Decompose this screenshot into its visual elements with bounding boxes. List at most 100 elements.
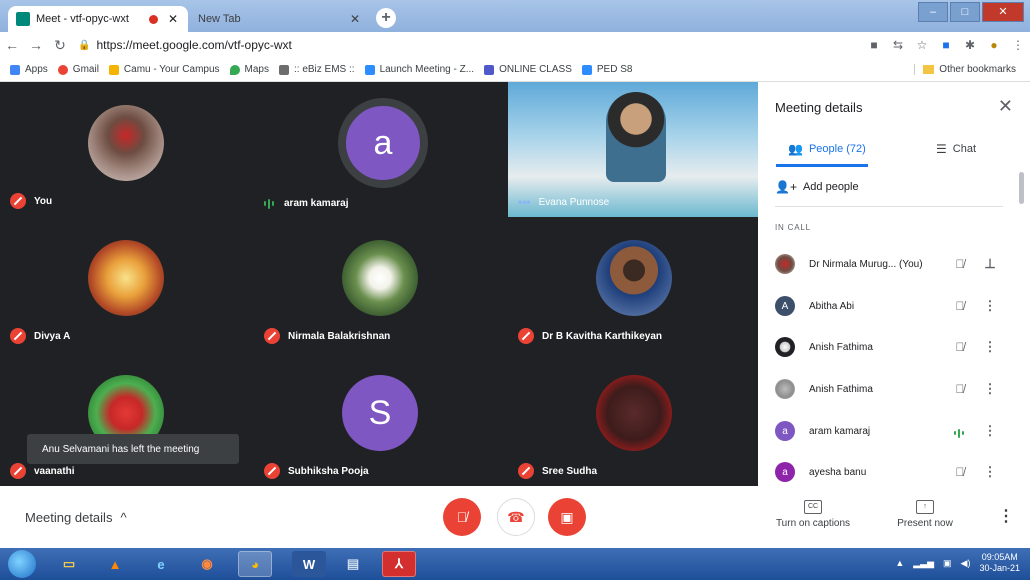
mic-off-icon: 🎙̸ <box>955 382 965 396</box>
avatar: A <box>775 296 795 316</box>
close-window-button[interactable]: ✕ <box>982 2 1024 22</box>
participant-row[interactable]: A Abitha Abi 🎙̸ ⋮ <box>775 291 1005 321</box>
panel-title: Meeting details <box>775 100 863 115</box>
start-button[interactable] <box>8 550 36 578</box>
mic-off-icon: 🎙̸ <box>456 509 468 525</box>
panel-scrollbar[interactable] <box>1019 172 1024 204</box>
tab-new-tab[interactable]: New Tab ✕ <box>190 6 370 32</box>
url-field[interactable]: 🔒 https://meet.google.com/vtf-opyc-wxt <box>72 34 862 56</box>
bookmark-zoom[interactable]: Launch Meeting - Z... <box>364 64 474 75</box>
monitor-icon[interactable]: ▣ <box>943 558 952 569</box>
more-options-icon[interactable]: ⋮ <box>975 298 1005 314</box>
mic-toggle-button[interactable]: 🎙̸ <box>443 498 481 536</box>
participant-name: Anish Fathima <box>809 341 873 353</box>
translate-icon[interactable]: ⇆ <box>886 38 910 52</box>
chrome-icon[interactable]: ◕ <box>238 551 272 577</box>
leave-call-button[interactable]: ☎ <box>497 498 535 536</box>
other-bookmarks[interactable]: Other bookmarks <box>914 64 1016 75</box>
volume-icon[interactable]: ◀) <box>961 558 971 569</box>
meeting-details-button[interactable]: Meeting details ^ <box>25 510 127 525</box>
close-panel-icon[interactable]: ✕ <box>998 96 1013 117</box>
tab-people[interactable]: 👥 People (72) <box>788 142 866 156</box>
word-icon[interactable]: W <box>292 551 326 577</box>
participant-row[interactable]: a ayesha banu 🎙̸ ⋮ <box>775 457 1005 487</box>
participant-row[interactable]: a aram kamaraj ⋮ <box>775 416 1005 446</box>
mic-off-icon <box>264 463 280 479</box>
participant-name: You <box>34 195 53 207</box>
profile-avatar[interactable]: ● <box>982 38 1006 52</box>
explorer-icon[interactable]: ▭ <box>52 551 86 577</box>
star-icon[interactable]: ☆ <box>910 38 934 52</box>
internet-explorer-icon[interactable]: e <box>144 551 178 577</box>
captions-button[interactable]: CC Turn on captions <box>768 500 858 529</box>
zoom-icon <box>581 64 592 75</box>
close-tab-icon[interactable]: ✕ <box>166 12 180 26</box>
participant-name: Abitha Abi <box>809 300 855 312</box>
mic-off-icon <box>264 328 280 344</box>
present-now-button[interactable]: ↑ Present now <box>880 500 970 529</box>
pin-icon[interactable]: ⊥ <box>975 256 1005 272</box>
app-icon[interactable]: ▤ <box>336 551 370 577</box>
chevron-up-icon: ^ <box>120 510 127 525</box>
bookmark-camu[interactable]: Camu - Your Campus <box>108 64 220 75</box>
acrobat-icon[interactable]: ⅄ <box>382 551 416 577</box>
avatar <box>88 240 164 316</box>
media-player-icon[interactable]: ◉ <box>190 551 224 577</box>
bookmark-apps[interactable]: Apps <box>10 64 48 75</box>
close-tab-icon[interactable]: ✕ <box>348 12 362 26</box>
bookmark-maps[interactable]: Maps <box>229 64 269 75</box>
participant-name: aram kamaraj <box>284 198 349 209</box>
bookmark-gmail[interactable]: Gmail <box>57 64 99 75</box>
back-icon[interactable]: ← <box>0 37 24 53</box>
participant-tile[interactable]: a aram kamaraj <box>254 82 504 217</box>
bookmark-ped-s8[interactable]: PED S8 <box>581 64 632 75</box>
more-options-icon[interactable]: ⋮ <box>975 381 1005 397</box>
show-hidden-icons-icon[interactable]: ▲ <box>895 558 904 568</box>
participant-name: Sree Sudha <box>542 465 598 477</box>
extension-icon[interactable]: ■ <box>934 38 958 52</box>
forward-icon[interactable]: → <box>24 37 48 53</box>
avatar <box>775 379 795 399</box>
mic-off-icon <box>10 463 26 479</box>
participant-tile[interactable]: Nirmala Balakrishnan <box>254 217 504 352</box>
participant-tile[interactable]: vaanathi <box>0 352 250 487</box>
bookmark-ebiz[interactable]: :: eBiz EMS :: <box>278 64 355 75</box>
network-signal-icon[interactable]: ▂▃▅ <box>913 558 934 569</box>
avatar <box>88 105 164 181</box>
participant-tile[interactable]: S Subhiksha Pooja <box>254 352 504 487</box>
more-options-icon[interactable]: ⋮ <box>998 506 1014 526</box>
reload-icon[interactable]: ↻ <box>48 37 72 54</box>
participant-tile[interactable]: You <box>0 82 250 217</box>
participant-row[interactable]: Anish Fathima 🎙̸ ⋮ <box>775 374 1005 404</box>
bookmark-online-class[interactable]: ONLINE CLASS <box>484 64 572 75</box>
more-options-icon[interactable]: ⋮ <box>975 423 1005 439</box>
add-people-button[interactable]: 👤+ Add people <box>775 180 859 194</box>
avatar: a <box>775 462 795 482</box>
puzzle-icon[interactable]: ✱ <box>958 38 982 52</box>
tab-meet[interactable]: Meet - vtf-opyc-wxt ✕ <box>8 6 188 32</box>
participant-tile[interactable]: Sree Sudha <box>508 352 758 487</box>
participant-tile[interactable]: Dr B Kavitha Karthikeyan <box>508 217 758 352</box>
lock-icon: 🔒 <box>78 39 91 51</box>
participant-row[interactable]: Anish Fathima 🎙̸ ⋮ <box>775 332 1005 362</box>
avatar <box>342 240 418 316</box>
participant-row[interactable]: Dr Nirmala Murug... (You) 🎙̸ ⊥ <box>775 249 1005 279</box>
tab-chat[interactable]: ☰ Chat <box>936 142 976 156</box>
camera-indicator-icon[interactable]: ■ <box>862 38 886 52</box>
camera-toggle-button[interactable]: ▣ <box>548 498 586 536</box>
mic-off-icon <box>10 328 26 344</box>
minimize-button[interactable]: – <box>918 2 948 22</box>
participant-name: Evana Punnose <box>538 196 610 208</box>
vlc-icon[interactable]: ▲ <box>98 551 132 577</box>
recording-dot-icon <box>149 14 158 24</box>
menu-icon[interactable]: ⋮ <box>1006 38 1030 52</box>
new-tab-button[interactable]: + <box>376 8 396 28</box>
maximize-button[interactable]: □ <box>950 2 980 22</box>
participant-tile[interactable]: Divya A <box>0 217 250 352</box>
clock[interactable]: 09:05AM 30-Jan-21 <box>979 552 1020 574</box>
window-controls: – □ ✕ <box>916 2 1024 22</box>
participant-tile-video[interactable]: ••• Evana Punnose <box>508 82 758 217</box>
more-options-icon[interactable]: ⋮ <box>975 464 1005 480</box>
more-options-icon[interactable]: ⋮ <box>975 339 1005 355</box>
system-tray: ▲ ▂▃▅ ▣ ◀) 09:05AM 30-Jan-21 <box>895 552 1020 574</box>
